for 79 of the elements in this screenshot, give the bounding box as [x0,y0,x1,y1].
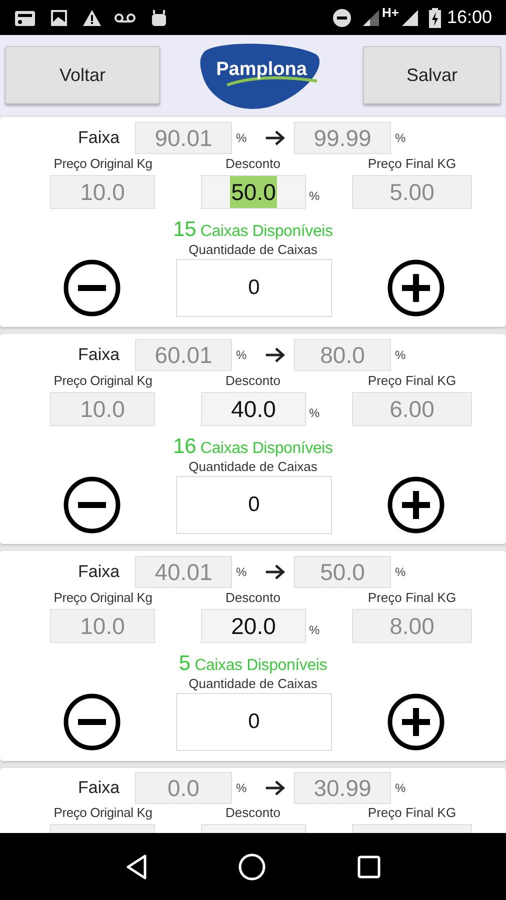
original-price-label: Preço Original Kg [52,804,154,822]
quantity-label: Quantidade de Caixas [188,458,318,474]
discount-label: Desconto [224,155,282,174]
original-price-field[interactable]: 10.0 [50,609,155,643]
save-button[interactable]: Salvar [363,46,501,104]
percent-label: % [395,564,406,581]
percent-label: % [395,780,406,797]
discount-label: Desconto [224,372,282,390]
range-to-field[interactable]: 99.99 [294,122,391,154]
availability-text: 15 Caixas Disponíveis [173,217,333,243]
minus-icon[interactable] [63,693,121,751]
final-price-label: Preço Final KG [366,372,458,390]
range-from-field[interactable]: 90.01 [135,122,232,154]
back-button[interactable]: Voltar [5,46,160,104]
percent-label: % [309,405,321,422]
discount-field[interactable]: 50.0 [201,175,306,209]
range-label: Faixa [78,561,121,584]
percent-label: % [236,780,248,797]
original-price-label: Preço Original Kg [52,372,154,390]
discount-field[interactable]: 20.0 [201,609,306,643]
percent-label: % [395,130,406,147]
availability-text: 5 Caixas Disponíveis [178,651,328,677]
range-to-field[interactable]: 30.99 [294,772,391,804]
final-price-label: Preço Final KG [366,155,458,174]
range-from-field[interactable]: 0.0 [135,772,232,804]
range-to-field[interactable]: 80.0 [294,339,391,371]
quantity-field[interactable]: 0 [176,259,332,317]
network-type: H+ [382,4,399,22]
original-price-label: Preço Original Kg [52,589,154,608]
final-price-field[interactable]: 8.00 [352,609,472,643]
plus-icon[interactable] [387,693,445,751]
discount-label: Desconto [224,804,282,822]
final-price-label: Preço Final KG [366,589,458,608]
minus-icon[interactable] [63,476,121,534]
signal-icon [362,8,380,26]
arrow-icon [264,128,286,148]
range-from-field[interactable]: 60.01 [135,339,232,371]
availability-text: 16 Caixas Disponíveis [173,434,333,460]
percent-label: % [395,347,406,364]
arrow-icon [264,562,286,582]
do-not-disturb-icon [332,8,352,28]
arrow-icon [264,345,286,365]
battery-charging-icon [428,8,441,28]
discount-field[interactable]: 40.0 [201,392,306,426]
plus-icon[interactable] [387,476,445,534]
arrow-icon [264,778,286,798]
recent-apps-icon[interactable] [356,854,381,878]
voicemail-icon [114,12,136,22]
percent-label: % [236,347,248,364]
final-price-label: Preço Final KG [366,804,458,822]
plus-icon[interactable] [387,259,445,317]
signal-icon [400,8,419,26]
quantity-label: Quantidade de Caixas [188,675,318,691]
radio-icon [14,8,36,26]
warning-icon [82,8,102,26]
range-label: Faixa [78,344,121,366]
percent-label: % [309,188,321,205]
range-from-field[interactable]: 40.01 [135,556,232,588]
minus-icon[interactable] [63,259,121,317]
percent-label: % [309,622,321,639]
final-price-field[interactable]: 5.00 [352,175,472,209]
range-to-field[interactable]: 50.0 [294,556,391,588]
back-icon[interactable] [125,854,148,880]
image-icon [50,8,68,26]
robot-icon [150,8,168,26]
discount-label: Desconto [224,589,282,608]
percent-label: % [236,564,248,581]
original-price-field[interactable]: 10.0 [50,392,155,426]
quantity-label: Quantidade de Caixas [188,241,318,257]
percent-label: % [236,130,248,147]
quantity-field[interactable]: 0 [176,693,332,751]
home-icon[interactable] [238,852,266,880]
range-label: Faixa [78,127,121,150]
original-price-field[interactable]: 10.0 [50,175,155,209]
original-price-label: Preço Original Kg [52,155,154,174]
clock: 16:00 [446,6,492,29]
quantity-field[interactable]: 0 [176,476,332,534]
range-label: Faixa [78,777,121,800]
final-price-field[interactable]: 6.00 [352,392,472,426]
